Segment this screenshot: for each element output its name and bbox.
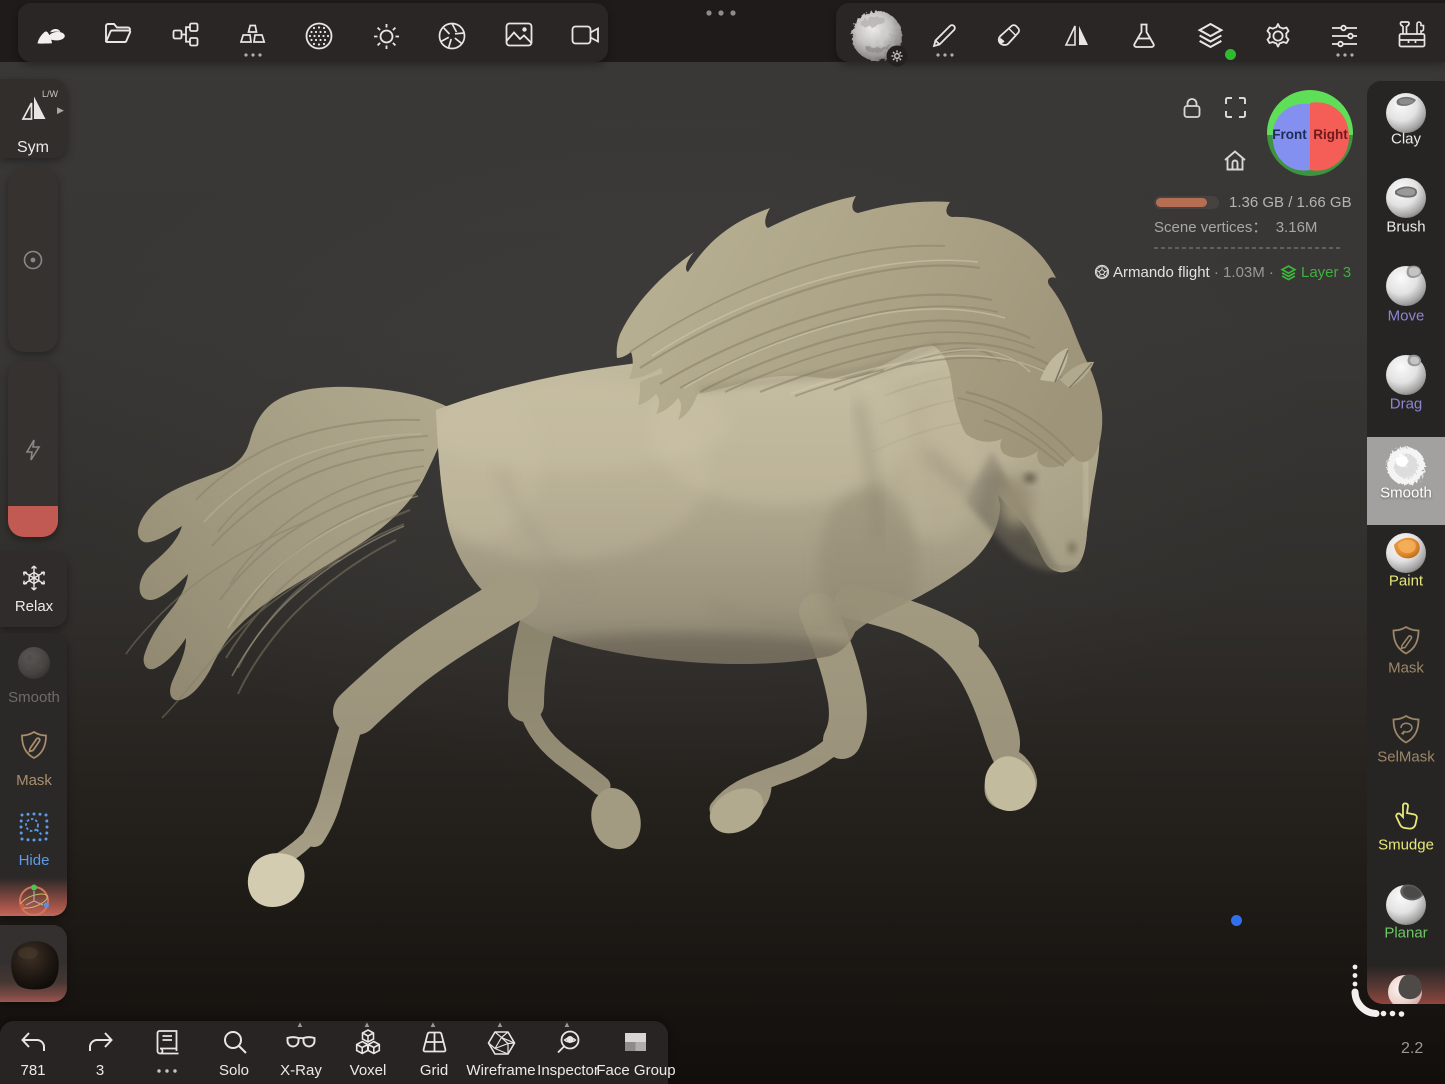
svg-text:Right: Right: [1313, 127, 1348, 142]
svg-text:Front: Front: [1272, 127, 1307, 142]
